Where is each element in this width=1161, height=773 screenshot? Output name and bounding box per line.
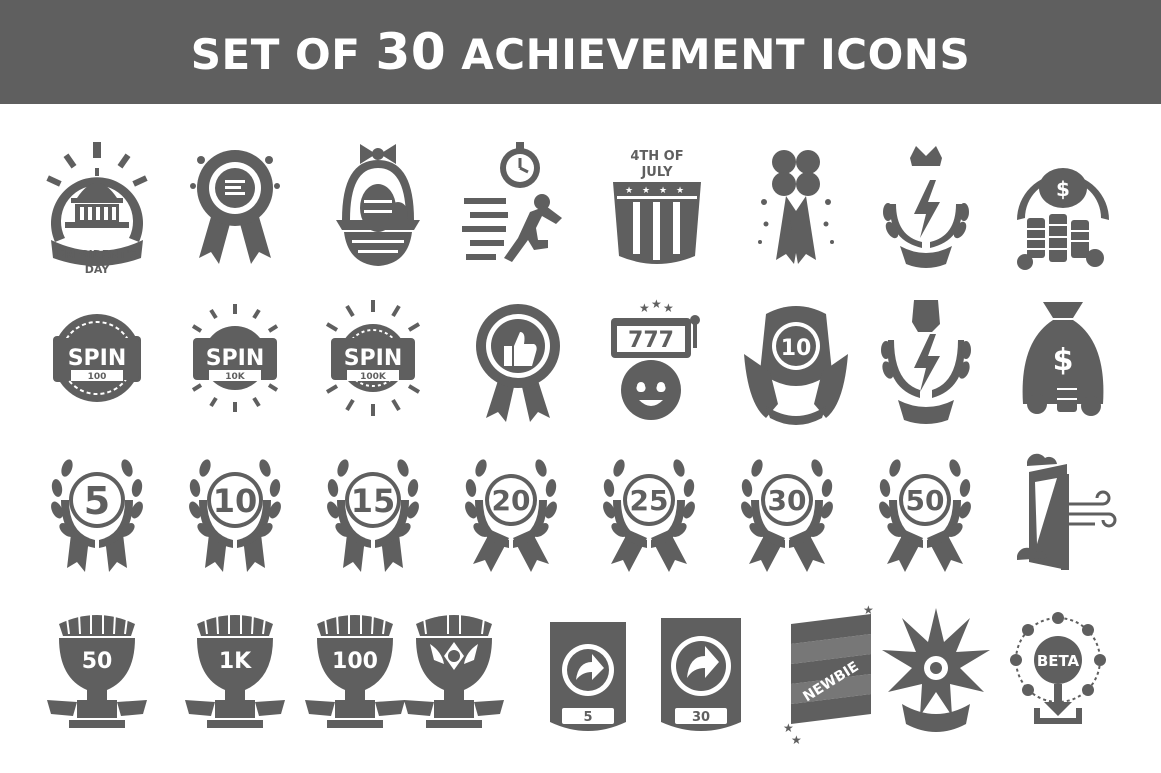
hands-badge-10-icon: 10: [736, 294, 856, 434]
wreath-30-icon: 30: [727, 444, 847, 584]
title-number: 30: [375, 23, 447, 81]
beta-download-icon: BETA: [998, 604, 1118, 744]
presidents-day-label-2: DAY: [85, 263, 111, 276]
thumbs-up-rosette-icon: [458, 294, 578, 434]
wreath-5-icon: 5: [37, 444, 157, 584]
trophy-number: 100: [332, 649, 378, 674]
rosette-ribbon-icon: [175, 140, 295, 280]
wreath-20-icon: 20: [451, 444, 571, 584]
share-badge-number: 30: [692, 710, 710, 725]
crown-lightning-wreath-icon: [866, 140, 986, 280]
share-badge-number: 5: [583, 710, 592, 725]
svg-text:★: ★: [639, 301, 650, 315]
clover-ribbon-icon: [736, 140, 856, 280]
svg-text:★: ★: [625, 186, 633, 196]
svg-text:★: ★: [676, 186, 684, 196]
wreath-number: 30: [768, 484, 807, 517]
spin-10k-icon: SPIN 10K: [175, 294, 295, 434]
spin-value: 100: [88, 372, 107, 382]
spin-label: SPIN: [206, 346, 265, 371]
svg-text:★: ★: [791, 733, 802, 747]
svg-text:$: $: [1056, 177, 1070, 201]
piggy-bank-coins-icon: $: [1003, 140, 1123, 280]
fist-lightning-wreath-icon: [866, 294, 986, 434]
newbie-ribbon-icon: ★ ★ ★ NEWBIE: [771, 603, 891, 747]
title-prefix: SET OF: [190, 30, 361, 79]
wreath-number: 10: [213, 482, 258, 520]
spin-label: SPIN: [68, 346, 127, 371]
title-banner: SET OF 30 ACHIEVEMENT ICONS: [0, 0, 1161, 104]
spin-100k-icon: SPIN 100K: [313, 294, 433, 434]
share-badge-5-icon: 5: [528, 604, 648, 744]
wreath-15-icon: 15: [313, 444, 433, 584]
hands-badge-label: 10: [781, 336, 812, 361]
easter-basket-icon: [318, 140, 438, 280]
page-title: SET OF 30 ACHIEVEMENT ICONS: [0, 22, 1161, 85]
trophy-flower-icon: [394, 604, 514, 744]
icon-grid: PRESIDENT'S DAY 4TH OF JULY ★ ★ ★ ★ $ SP…: [0, 104, 1161, 773]
presidents-day-label: PRESIDENT'S: [57, 248, 138, 261]
beta-label: BETA: [1037, 652, 1080, 670]
wreath-50-icon: 50: [865, 444, 985, 584]
running-stopwatch-icon: [458, 140, 578, 280]
trophy-50-icon: 50: [37, 604, 157, 744]
money-bag-icon: $: [1003, 294, 1123, 434]
wreath-25-icon: 25: [589, 444, 709, 584]
wreath-number: 5: [84, 479, 110, 523]
wreath-number: 15: [351, 482, 396, 520]
money-bag-symbol: $: [1053, 343, 1074, 378]
spin-label: SPIN: [344, 346, 403, 371]
slot-label: 777: [628, 328, 674, 353]
spin-100-icon: SPIN 100: [37, 294, 157, 434]
svg-text:★: ★: [642, 186, 650, 196]
wreath-number: 50: [906, 484, 945, 517]
fourth-of-july-icon: 4TH OF JULY ★ ★ ★ ★: [597, 140, 717, 280]
svg-text:★: ★: [863, 603, 874, 617]
presidents-day-icon: PRESIDENT'S DAY: [37, 140, 157, 280]
trophy-number: 1K: [219, 649, 252, 674]
share-badge-30-icon: 30: [641, 604, 761, 744]
explosion-badge-icon: [876, 604, 996, 744]
svg-text:★: ★: [659, 186, 667, 196]
wreath-number: 25: [630, 484, 669, 517]
trophy-number: 50: [82, 649, 113, 674]
wreath-number: 20: [492, 484, 531, 517]
wreath-10-icon: 10: [175, 444, 295, 584]
spin-value: 100K: [360, 372, 387, 382]
trophy-1k-icon: 1K: [175, 604, 295, 744]
svg-text:★: ★: [663, 301, 674, 315]
slot-machine-icon: ★ ★ ★ 777: [597, 294, 717, 434]
july-label-2: JULY: [640, 165, 673, 180]
title-suffix: ACHIEVEMENT ICONS: [461, 30, 971, 79]
july-label: 4TH OF: [630, 149, 683, 164]
spin-value: 10K: [225, 372, 246, 382]
door-clouds-icon: [1003, 444, 1123, 584]
svg-text:★: ★: [651, 297, 662, 311]
